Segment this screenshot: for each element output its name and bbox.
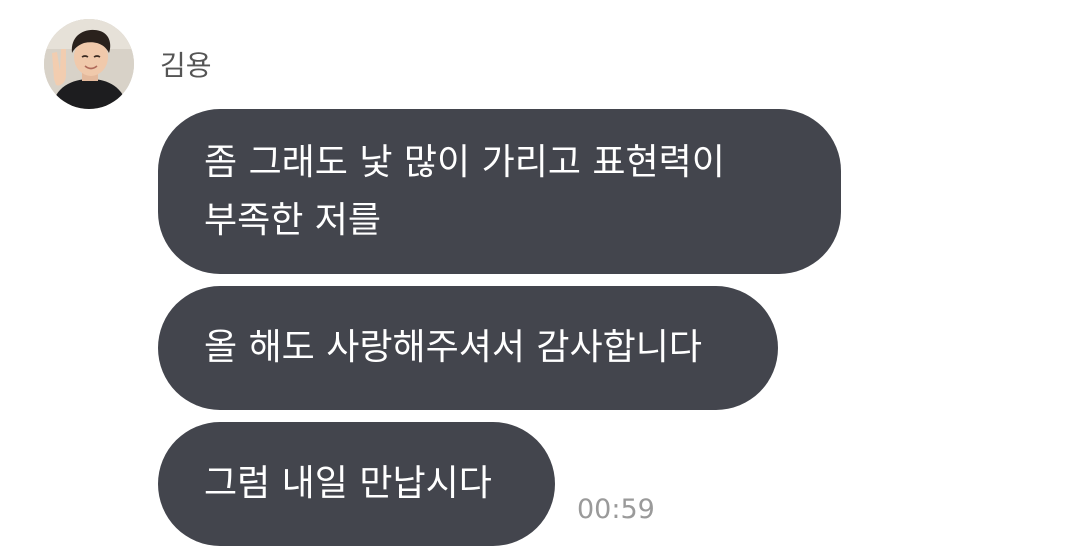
avatar[interactable] [44, 19, 134, 109]
sender-name: 김용 [160, 49, 212, 82]
message-line: 부족한 저를 [204, 199, 382, 241]
profile-photo-icon [44, 19, 134, 109]
message-bubble[interactable]: 올 해도 사랑해주셔서 감사합니다 [158, 286, 778, 410]
message-timestamp: 00:59 [577, 494, 655, 525]
message-bubble[interactable]: 그럼 내일 만납시다 [158, 422, 555, 546]
message-line: 올 해도 사랑해주셔서 감사합니다 [204, 327, 703, 368]
message-bubble[interactable]: 좀 그래도 낯 많이 가리고 표현력이 부족한 저를 [158, 109, 841, 274]
message-line: 그럼 내일 만납시다 [204, 463, 492, 504]
message-line: 좀 그래도 낯 많이 가리고 표현력이 [204, 141, 725, 183]
